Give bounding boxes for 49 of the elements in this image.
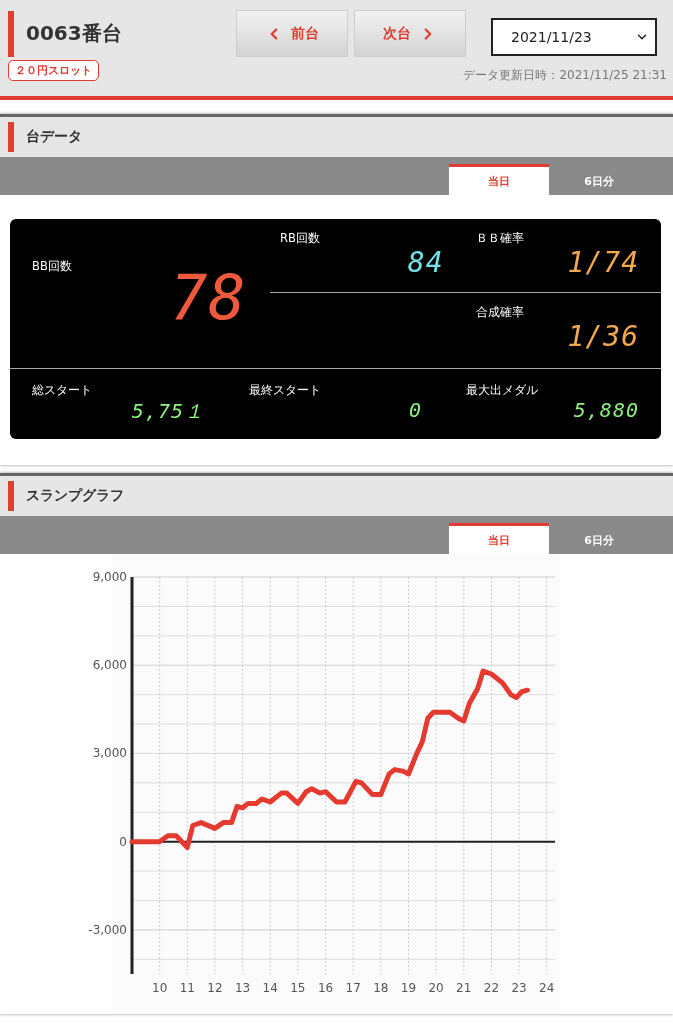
tab[interactable]: 当日: [449, 523, 549, 554]
stat-value: 1/74: [567, 246, 639, 279]
accent-bar: [8, 481, 14, 511]
stat-value: 5,75１: [131, 398, 205, 425]
previous-button[interactable]: 前台: [236, 10, 348, 57]
tab[interactable]: 当日: [449, 164, 549, 195]
x-tick-label: 23: [511, 981, 527, 995]
accent-bar: [8, 10, 14, 57]
stat-label: 合成確率: [475, 305, 525, 320]
y-tick-label: 3,000: [92, 746, 127, 761]
x-tick-label: 10: [152, 981, 168, 995]
accent-bar: [8, 122, 14, 152]
x-tick-label: 14: [262, 981, 278, 995]
rate-tag: ２０円スロット: [8, 60, 99, 81]
stat-label: 最大出メダル: [466, 383, 539, 398]
x-tick-label: 18: [373, 981, 389, 995]
x-tick-label: 11: [179, 981, 195, 995]
stat-value: 1/36: [567, 320, 639, 353]
x-tick-label: 19: [400, 981, 417, 995]
x-tick-label: 20: [428, 981, 444, 995]
stat-value: 78: [170, 261, 247, 334]
machine-title: 0063番台: [26, 20, 122, 47]
stat-label: ＢＢ確率: [475, 231, 525, 246]
stat-value: 0: [408, 398, 422, 422]
x-tick-label: 21: [456, 981, 472, 995]
y-tick-label: -3,000: [88, 922, 127, 937]
tab[interactable]: 6日分: [549, 164, 649, 195]
x-tick-label: 22: [483, 981, 500, 995]
stat-label: RB回数: [280, 231, 321, 246]
stat-label: 最終スタート: [249, 383, 322, 398]
x-tick-label: 16: [317, 981, 334, 995]
x-tick-label: 15: [290, 981, 306, 995]
tab[interactable]: 6日分: [549, 523, 649, 554]
stat-label: BB回数: [32, 259, 72, 273]
stat-label: 総スタート: [32, 383, 93, 398]
stat-value: 84: [407, 246, 444, 279]
x-tick-label: 12: [207, 981, 223, 995]
date-select[interactable]: 2021/11/23: [491, 17, 657, 56]
x-tick-label: 17: [345, 981, 361, 995]
stat-value: 5,880: [573, 398, 639, 422]
section-title: 台データ: [26, 128, 82, 146]
update-time: データ更新日時：2021/11/25 21:31: [463, 67, 667, 84]
y-tick-label: 9,000: [92, 570, 127, 584]
y-tick-label: 0: [119, 834, 127, 849]
x-tick-label: 24: [539, 981, 555, 995]
section-title: スランプグラフ: [26, 487, 124, 505]
y-tick-label: 6,000: [92, 658, 127, 673]
next-button[interactable]: 次台: [354, 10, 466, 57]
x-tick-label: 13: [234, 981, 251, 995]
